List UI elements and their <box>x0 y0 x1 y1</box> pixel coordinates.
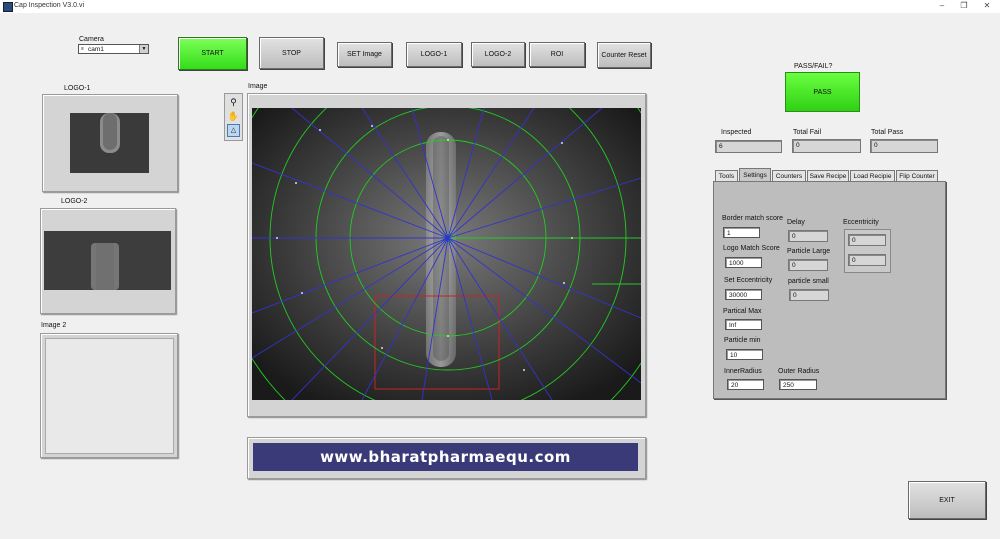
logo1-button[interactable]: LOGO-1 <box>406 42 462 67</box>
image2-panel <box>40 333 178 458</box>
image-label: Image <box>248 83 268 90</box>
restore-icon[interactable]: ❐ <box>958 1 970 10</box>
camera-select[interactable]: ≡ cam1 ▼ <box>78 44 149 54</box>
passfail-label: PASS/FAIL? <box>794 63 833 70</box>
particle-max-label: Partical Max <box>723 308 762 315</box>
tab-flip-counter[interactable]: Flip Counter <box>896 170 938 181</box>
inspected-label: Inspected <box>721 129 752 136</box>
inner-radius-label: InnerRadius <box>724 368 762 375</box>
title-bar: Cap Inspection V3.0.vi – ❐ ✕ <box>0 0 1000 13</box>
logo1-image <box>70 113 149 173</box>
roi-button[interactable]: ROI <box>529 42 585 67</box>
banner-frame: www.bharatpharmaequ.com <box>247 437 646 479</box>
particle-large-label: Particle Large <box>787 248 831 255</box>
start-button[interactable]: START <box>178 37 247 70</box>
settings-tab-panel: Border match score 1 Logo Match Score 10… <box>713 181 946 399</box>
logo-match-label: Logo Match Score <box>723 245 780 252</box>
minimize-icon[interactable]: – <box>936 1 948 10</box>
app-icon <box>3 2 13 12</box>
tab-tools[interactable]: Tools <box>715 170 738 181</box>
particle-small-value: 0 <box>789 289 829 301</box>
delay-label: Delay <box>787 219 805 226</box>
inspected-value: 6 <box>715 140 782 153</box>
logo1-label: LOGO-1 <box>64 85 91 92</box>
eccentricity-array: 0 0 <box>844 229 891 273</box>
outer-radius-input[interactable]: 250 <box>779 379 817 390</box>
select-icon[interactable]: △ <box>227 124 240 137</box>
set-image-button[interactable]: SET Image <box>337 42 392 67</box>
total-fail-label: Total Fail <box>793 129 822 136</box>
counter-reset-button[interactable]: Counter Reset <box>597 42 651 68</box>
particle-min-input[interactable]: 10 <box>726 349 763 360</box>
outer-radius-label: Outer Radius <box>778 368 820 375</box>
company-banner: www.bharatpharmaequ.com <box>253 443 638 471</box>
close-icon[interactable]: ✕ <box>981 1 993 10</box>
stop-button[interactable]: STOP <box>259 37 324 69</box>
eccentricity-value-1: 0 <box>848 234 886 246</box>
image-tools-palette: ⚲ ✋ △ <box>224 93 243 141</box>
particle-min-label: Particle min <box>724 337 761 344</box>
passfail-indicator: PASS <box>785 72 860 112</box>
border-match-label: Border match score <box>722 215 784 222</box>
pan-hand-icon[interactable]: ✋ <box>227 110 240 122</box>
inner-radius-input[interactable]: 20 <box>727 379 764 390</box>
particle-large-value: 0 <box>788 259 828 271</box>
image2-display <box>45 338 174 454</box>
tab-settings[interactable]: Settings <box>739 168 771 181</box>
logo-match-input[interactable]: 1000 <box>725 257 762 268</box>
total-pass-label: Total Pass <box>871 129 904 136</box>
zoom-icon[interactable]: ⚲ <box>227 96 240 108</box>
logo2-button[interactable]: LOGO-2 <box>471 42 525 67</box>
particle-small-label: particle small <box>788 278 829 285</box>
camera-value: cam1 <box>88 46 104 53</box>
eccentricity-label: Eccentricity <box>843 219 879 226</box>
main-image-panel <box>247 93 646 417</box>
logo2-label: LOGO-2 <box>61 198 88 205</box>
main-image-display[interactable] <box>252 108 641 400</box>
image2-label: Image 2 <box>41 322 67 329</box>
total-fail-value: 0 <box>792 139 861 153</box>
tab-counters[interactable]: Counters <box>772 170 806 181</box>
logo1-panel <box>42 94 178 192</box>
tab-save-recipe[interactable]: Save Recipe <box>807 170 849 181</box>
logo2-panel <box>40 208 176 314</box>
camera-io-icon: ≡ <box>81 46 84 52</box>
logo2-image <box>44 231 171 290</box>
chevron-down-icon[interactable]: ▼ <box>139 45 148 53</box>
delay-value: 0 <box>788 230 828 242</box>
camera-label: Camera <box>79 36 104 43</box>
set-eccentricity-label: Set Eccentricity <box>724 277 773 284</box>
eccentricity-value-2: 0 <box>848 254 886 266</box>
set-eccentricity-input[interactable]: 30000 <box>725 289 762 300</box>
window-title: Cap Inspection V3.0.vi <box>14 2 85 9</box>
particle-max-input[interactable]: Inf <box>725 319 762 330</box>
exit-button[interactable]: EXIT <box>908 481 986 519</box>
border-match-input[interactable]: 1 <box>723 227 760 238</box>
total-pass-value: 0 <box>870 139 938 153</box>
tab-load-recipie[interactable]: Load Recipie <box>850 170 895 181</box>
